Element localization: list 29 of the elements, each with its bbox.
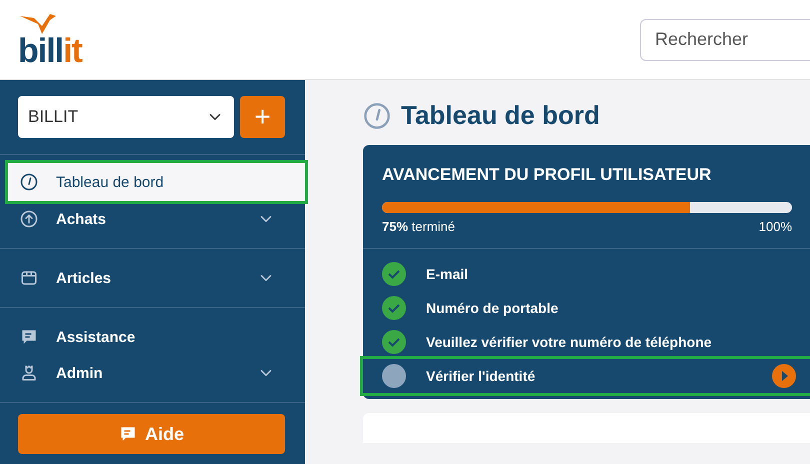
chat-icon — [20, 328, 38, 346]
search-field[interactable]: Rechercher — [640, 18, 810, 60]
card-title: AVANCEMENT DU PROFIL UTILISATEUR — [382, 165, 712, 185]
gauge-icon — [20, 173, 38, 191]
check-circle-icon — [382, 296, 406, 320]
user-icon — [20, 364, 38, 382]
nav-item[interactable]: Achats — [0, 201, 305, 249]
check-circle-icon — [382, 262, 406, 286]
chat-icon — [118, 425, 137, 443]
nav-item[interactable]: Admin — [0, 355, 305, 403]
page-title: Tableau de bord — [401, 100, 600, 131]
check-circle-icon — [382, 330, 406, 354]
progress-label: 75% terminé — [382, 219, 456, 234]
nav-item[interactable]: Assistance — [0, 319, 305, 355]
nav-item[interactable]: Tableau de bord — [8, 163, 305, 201]
box-icon — [20, 269, 38, 287]
profile-step: Veuillez vérifier votre numéro de téléphone — [363, 325, 810, 359]
arrow-up-circle-icon — [20, 210, 38, 228]
play-circle-icon[interactable] — [772, 364, 796, 388]
gauge-icon — [363, 102, 391, 130]
bird-icon — [18, 12, 58, 34]
logo: billit — [18, 34, 82, 68]
empty-circle-icon — [382, 364, 406, 388]
nav-item[interactable]: Articles — [0, 260, 305, 308]
profile-step[interactable]: Vérifier l'identité — [363, 359, 810, 393]
profile-step: Numéro de portable — [363, 291, 810, 325]
progress-max: 100% — [758, 219, 792, 234]
company-select[interactable]: BILLIT — [18, 96, 234, 138]
profile-step: E-mail — [363, 257, 810, 291]
